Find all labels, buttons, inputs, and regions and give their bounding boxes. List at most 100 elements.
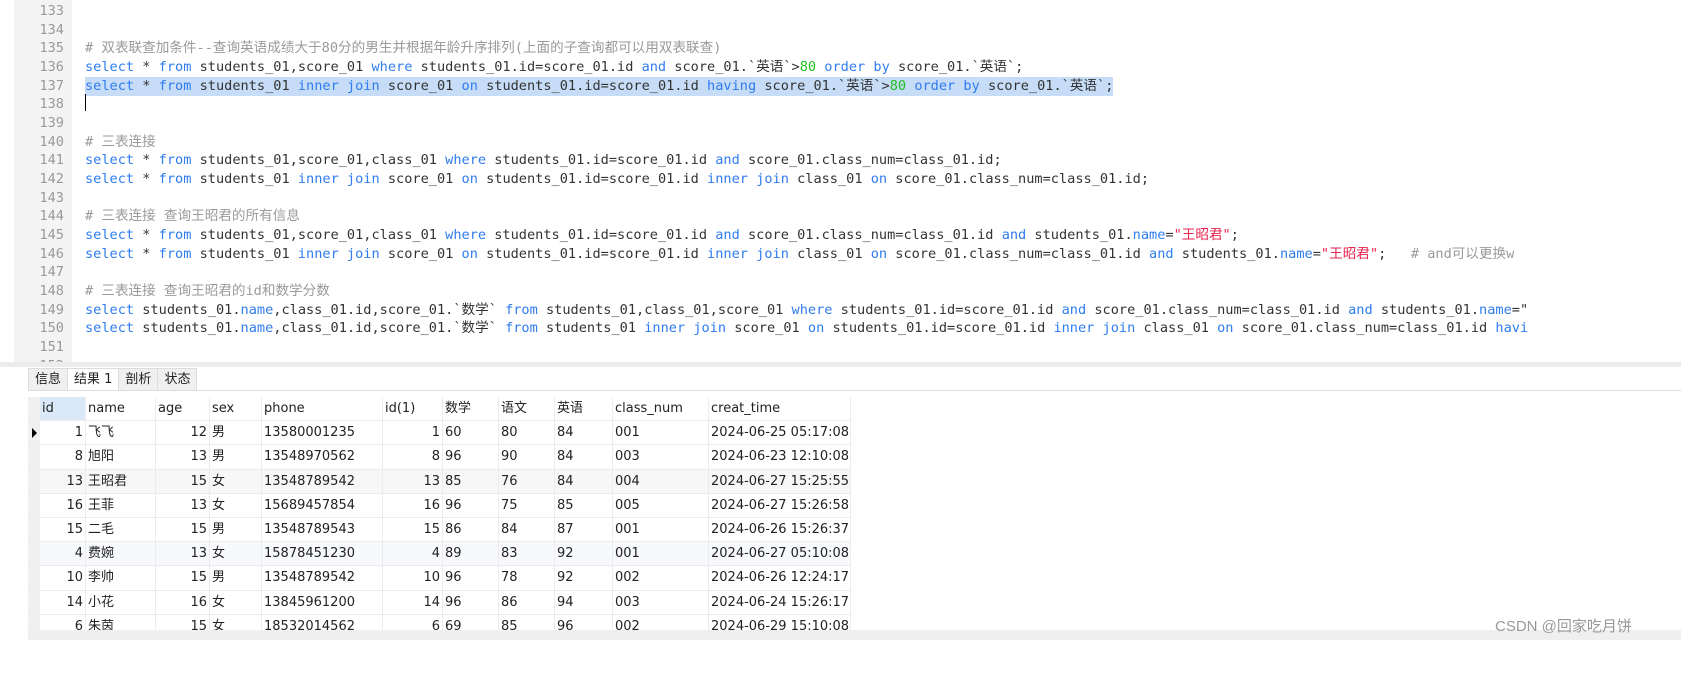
column-header-7[interactable]: 语文 (499, 397, 555, 421)
code-line[interactable]: 149 select students_01.name,class_01.id,s… (0, 301, 1681, 320)
tab-2[interactable]: 剖析 (118, 368, 159, 390)
grid-cell-col-7[interactable]: 90 (499, 445, 555, 469)
row-marker[interactable] (28, 421, 40, 445)
grid-cell-col-0[interactable]: 8 (40, 445, 86, 469)
code-text[interactable]: select students_01.name,class_01.id,scor… (85, 319, 1528, 338)
code-line[interactable]: 147 (0, 263, 1681, 282)
grid-cell-col-4[interactable]: 13548789542 (262, 566, 383, 590)
grid-cell-col-7[interactable]: 83 (499, 542, 555, 566)
grid-cell-col-9[interactable]: 003 (613, 590, 709, 614)
grid-cell-col-0[interactable]: 16 (40, 493, 86, 517)
table-row[interactable]: 4 费婉 13 女 15878451230 4 89 83 92 001 2024-06-27 05… (28, 542, 851, 567)
grid-cell-col-4[interactable]: 13845961200 (262, 590, 383, 614)
column-header-3[interactable]: sex (210, 397, 262, 421)
grid-cell-col-1[interactable]: 旭阳 (86, 445, 156, 469)
grid-cell-col-2[interactable]: 15 (156, 469, 210, 493)
grid-cell-col-0[interactable]: 10 (40, 566, 86, 590)
code-text[interactable]: # 三表连接 查询王昭君的所有信息 (85, 207, 300, 226)
grid-cell-col-1[interactable]: 费婉 (86, 542, 156, 566)
grid-cell-col-6[interactable]: 96 (443, 493, 499, 517)
table-row[interactable]: 15 二毛 15 男 13548789543 15 86 84 87 001 2024-06-26 … (28, 517, 851, 543)
grid-cell-col-6[interactable]: 96 (443, 590, 499, 614)
code-line[interactable]: 151 (0, 338, 1681, 357)
grid-cell-col-6[interactable]: 96 (443, 445, 499, 469)
grid-cell-col-2[interactable]: 12 (156, 421, 210, 445)
grid-cell-col-9[interactable]: 001 (613, 542, 709, 566)
grid-cell-col-7[interactable]: 80 (499, 421, 555, 445)
splitter[interactable] (0, 362, 1681, 367)
grid-cell-col-2[interactable]: 15 (156, 517, 210, 542)
row-marker[interactable] (28, 445, 40, 469)
horizontal-scrollbar[interactable] (28, 630, 1681, 640)
grid-cell-col-5[interactable]: 13 (383, 469, 443, 493)
table-row[interactable]: 10 李帅 15 男 13548789542 10 96 78 92 002 2024-06-26 … (28, 566, 851, 591)
grid-cell-col-3[interactable]: 男 (210, 421, 262, 445)
grid-cell-col-5[interactable]: 4 (383, 542, 443, 566)
grid-cell-col-8[interactable]: 85 (555, 493, 613, 517)
tab-3[interactable]: 状态 (157, 368, 198, 390)
code-line[interactable]: 144 # 三表连接 查询王昭君的所有信息 (0, 207, 1681, 226)
grid-cell-col-10[interactable]: 2024-06-27 15:26:58 (709, 493, 851, 517)
grid-cell-col-3[interactable]: 女 (210, 590, 262, 614)
code-text[interactable]: select * from students_01,score_01,class… (85, 226, 1239, 245)
grid-cell-col-0[interactable]: 4 (40, 542, 86, 566)
grid-cell-col-0[interactable]: 15 (40, 517, 86, 542)
grid-cell-col-10[interactable]: 2024-06-24 15:26:17 (709, 590, 851, 614)
grid-cell-col-7[interactable]: 84 (499, 517, 555, 542)
code-text[interactable]: # 双表联查加条件--查询英语成绩大于80分的男生并根据年龄升序排列(上面的子查… (85, 39, 721, 58)
grid-cell-col-6[interactable]: 86 (443, 517, 499, 542)
grid-cell-col-10[interactable]: 2024-06-25 05:17:08 (709, 421, 851, 445)
grid-cell-col-5[interactable]: 1 (383, 421, 443, 445)
row-marker[interactable] (28, 493, 40, 517)
grid-cell-col-3[interactable]: 女 (210, 469, 262, 493)
grid-cell-col-10[interactable]: 2024-06-26 12:24:17 (709, 566, 851, 590)
grid-cell-col-8[interactable]: 92 (555, 566, 613, 590)
column-header-0[interactable]: id (40, 397, 86, 421)
tab-1[interactable]: 结果 1 (67, 368, 120, 390)
code-line[interactable]: 135 # 双表联查加条件--查询英语成绩大于80分的男生并根据年龄升序排列(上面… (0, 39, 1681, 58)
grid-cell-col-8[interactable]: 84 (555, 421, 613, 445)
grid-cell-col-1[interactable]: 李帅 (86, 566, 156, 590)
grid-cell-col-3[interactable]: 男 (210, 445, 262, 469)
table-row[interactable]: 14 小花 16 女 13845961200 14 96 86 94 003 2024-06-24 … (28, 590, 851, 615)
grid-cell-col-7[interactable]: 76 (499, 469, 555, 493)
grid-cell-col-2[interactable]: 13 (156, 542, 210, 566)
grid-cell-col-9[interactable]: 002 (613, 566, 709, 590)
grid-cell-col-10[interactable]: 2024-06-23 12:10:08 (709, 445, 851, 469)
grid-cell-col-8[interactable]: 87 (555, 517, 613, 542)
grid-cell-col-1[interactable]: 王昭君 (86, 469, 156, 493)
grid-cell-col-1[interactable]: 小花 (86, 590, 156, 614)
column-header-2[interactable]: age (156, 397, 210, 421)
code-line[interactable]: 136 select * from students_01,score_01 wh… (0, 58, 1681, 77)
grid-cell-col-2[interactable]: 16 (156, 590, 210, 614)
code-text[interactable]: # 三表连接 (85, 133, 156, 152)
grid-cell-col-4[interactable]: 13548789543 (262, 517, 383, 542)
code-line[interactable]: 139 (0, 114, 1681, 133)
grid-cell-col-6[interactable]: 85 (443, 469, 499, 493)
grid-cell-col-5[interactable]: 16 (383, 493, 443, 517)
grid-cell-col-8[interactable]: 94 (555, 590, 613, 614)
grid-cell-col-2[interactable]: 13 (156, 493, 210, 517)
grid-cell-col-5[interactable]: 10 (383, 566, 443, 590)
code-line[interactable]: 145 select * from students_01,score_01,cl… (0, 226, 1681, 245)
grid-cell-col-3[interactable]: 男 (210, 517, 262, 542)
code-text[interactable]: select * from students_01,score_01,class… (85, 151, 1002, 170)
column-header-5[interactable]: id(1) (383, 397, 443, 421)
code-line[interactable]: 150 select students_01.name,class_01.id,s… (0, 319, 1681, 338)
row-marker[interactable] (28, 566, 40, 590)
grid-cell-col-10[interactable]: 2024-06-27 05:10:08 (709, 542, 851, 566)
code-text[interactable]: # 三表连接 查询王昭君的id和数学分数 (85, 282, 330, 301)
table-row[interactable]: 8 旭阳 13 男 13548970562 8 96 90 84 003 2024-06-23 12… (28, 445, 851, 470)
grid-cell-col-3[interactable]: 男 (210, 566, 262, 590)
code-line[interactable]: 146 select * from students_01 inner join … (0, 245, 1681, 264)
grid-cell-col-5[interactable]: 14 (383, 590, 443, 614)
table-row[interactable]: 16 王菲 13 女 15689457854 16 96 75 85 005 2024-06-27 … (28, 493, 851, 518)
grid-cell-col-4[interactable]: 15689457854 (262, 493, 383, 517)
table-row[interactable]: 13 王昭君 15 女 13548789542 13 85 76 84 004 2024-06-27… (28, 469, 851, 494)
code-line[interactable]: 138 (0, 95, 1681, 114)
grid-cell-col-3[interactable]: 女 (210, 542, 262, 566)
grid-cell-col-9[interactable]: 003 (613, 445, 709, 469)
grid-cell-col-0[interactable]: 13 (40, 469, 86, 493)
grid-cell-col-9[interactable]: 005 (613, 493, 709, 517)
row-marker[interactable] (28, 517, 40, 542)
